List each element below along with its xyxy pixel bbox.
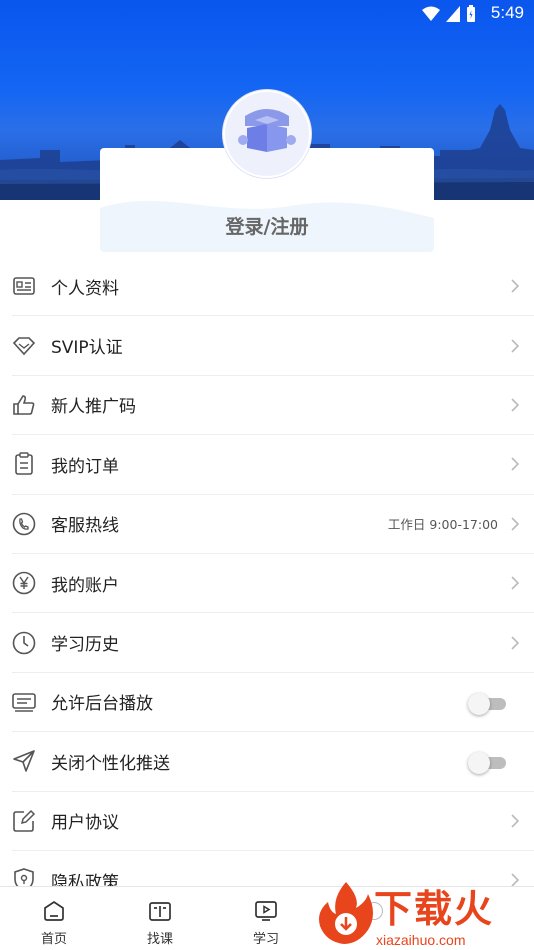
hotline-hours: 工作日 9:00-17:00 <box>387 517 498 533</box>
send-icon <box>12 749 36 773</box>
menu-item-hotline[interactable]: 客服热线 工作日 9:00-17:00 <box>12 495 534 554</box>
play-icon <box>255 901 277 921</box>
menu-label: 客服热线 <box>51 516 119 537</box>
wifi-icon <box>422 6 440 21</box>
diamond-icon <box>12 334 36 358</box>
nav-label: 首页 <box>40 932 67 947</box>
chevron-right-icon <box>511 576 520 590</box>
flame-logo-icon <box>319 882 373 944</box>
menu-item-background-play: 允许后台播放 <box>12 673 534 733</box>
phone-icon <box>12 512 36 536</box>
clipboard-icon <box>12 452 36 476</box>
chevron-right-icon <box>511 279 520 293</box>
nav-home[interactable]: 首页 <box>14 887 94 950</box>
watermark-logo: 下载火 xiazaihuo.com <box>316 878 534 950</box>
watermark-title: 下载火 <box>374 887 495 931</box>
menu-item-user-agreement[interactable]: 用户协议 <box>12 792 534 851</box>
menu-label: 允许后台播放 <box>51 694 153 715</box>
status-bar: 5:49 <box>0 0 534 28</box>
chevron-right-icon <box>511 398 520 412</box>
menu-label: 学习历史 <box>51 635 119 656</box>
id-card-icon <box>12 274 36 298</box>
chevron-right-icon <box>511 517 520 531</box>
nav-study[interactable]: 学习 <box>226 887 306 950</box>
menu-label: 我的订单 <box>51 456 119 477</box>
status-time: 5:49 <box>490 3 524 22</box>
watermark-subtitle: xiazaihuo.com <box>376 932 466 948</box>
menu-item-history[interactable]: 学习历史 <box>12 613 534 673</box>
menu-item-profile[interactable]: 个人资料 <box>12 257 534 317</box>
chevron-right-icon <box>511 635 520 650</box>
menu-item-promo-code[interactable]: 新人推广码 <box>12 376 534 436</box>
menu-item-orders[interactable]: 我的订单 <box>12 435 534 495</box>
menu-item-svip[interactable]: SVIP认证 <box>12 316 534 376</box>
signal-icon <box>446 6 460 22</box>
battery-icon <box>467 5 475 22</box>
personalized-push-toggle[interactable] <box>468 751 506 775</box>
menu-label: 新人推广码 <box>51 397 136 418</box>
avatar[interactable] <box>223 90 311 178</box>
nav-find-course[interactable]: 找课 <box>120 887 200 950</box>
reader-avatar-icon <box>238 109 296 152</box>
settings-menu: 个人资料 SVIP认证 新人推广码 我的订单 客服热线 工作日 9:00-17:… <box>0 257 534 911</box>
nav-label: 学习 <box>252 932 279 947</box>
book-icon <box>149 902 171 921</box>
login-register-link[interactable]: 登录/注册 <box>100 212 434 239</box>
menu-label: 个人资料 <box>51 278 119 299</box>
home-icon <box>44 900 64 921</box>
yen-icon <box>12 571 36 595</box>
keyboard-icon <box>12 690 36 714</box>
chevron-right-icon <box>511 814 520 828</box>
nav-label: 找课 <box>146 932 173 947</box>
chevron-right-icon <box>511 457 520 471</box>
menu-label: 我的账户 <box>51 575 119 596</box>
menu-label: 用户协议 <box>51 813 119 834</box>
menu-label: 关闭个性化推送 <box>51 753 170 774</box>
chevron-right-icon <box>511 339 520 353</box>
menu-item-account[interactable]: 我的账户 <box>12 554 534 614</box>
menu-label: SVIP认证 <box>51 338 123 359</box>
menu-item-personalized-push: 关闭个性化推送 <box>12 732 534 792</box>
thumbs-up-icon <box>12 393 36 417</box>
clock-icon <box>12 631 36 655</box>
edit-icon <box>12 809 36 833</box>
background-play-toggle[interactable] <box>468 692 506 715</box>
